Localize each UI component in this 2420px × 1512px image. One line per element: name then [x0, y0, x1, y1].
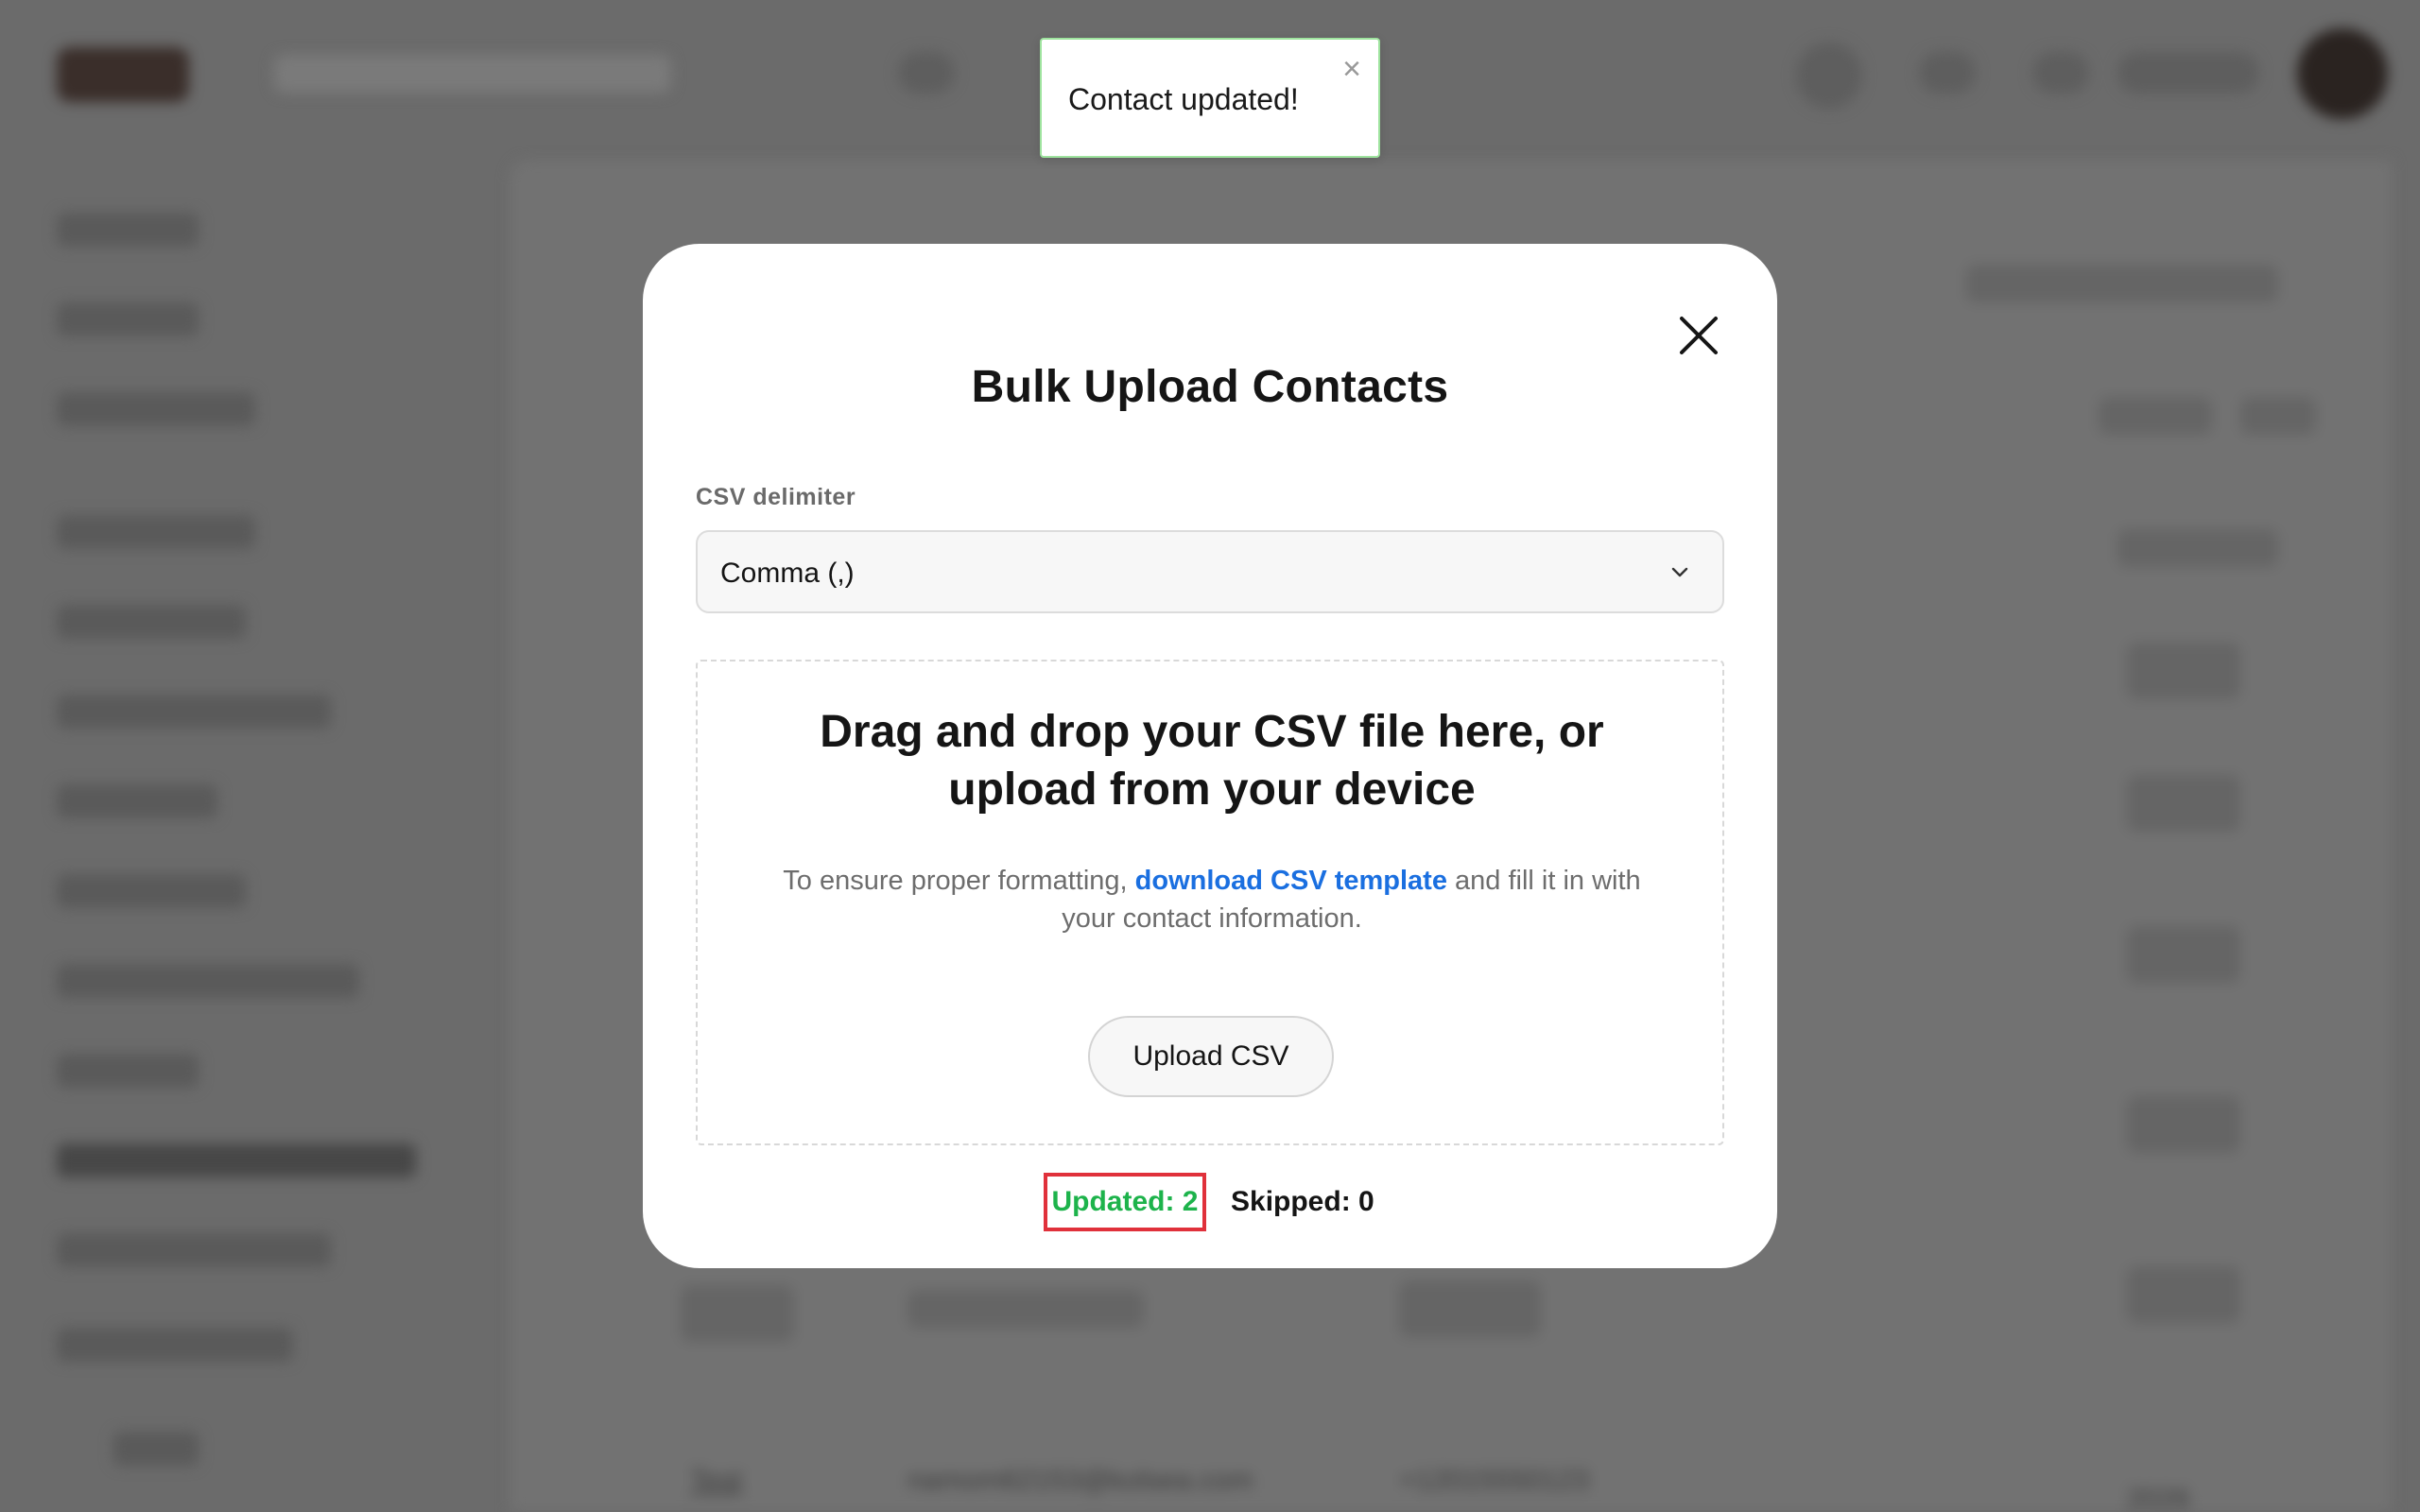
background-search	[274, 55, 671, 93]
background-cell	[1399, 1280, 1541, 1337]
background-user-name	[2118, 52, 2259, 94]
background-row-phone: +12015550123	[1399, 1465, 1590, 1496]
background-row-email: namom62153@kolsea.com	[908, 1465, 1253, 1496]
background-sidebar-item	[57, 515, 255, 549]
csv-dropzone[interactable]: Drag and drop your CSV file here, or upl…	[696, 660, 1724, 1145]
background-sidebar-item	[57, 874, 246, 908]
background-icon	[1919, 52, 1976, 94]
background-logo	[57, 47, 189, 102]
info-text-before: To ensure proper formatting,	[783, 866, 1128, 896]
toast-notification: Contact updated! ×	[1040, 38, 1380, 158]
csv-delimiter-select[interactable]: Comma (,)	[696, 530, 1724, 613]
background-cell	[2127, 643, 2240, 699]
upload-csv-button[interactable]: Upload CSV	[1088, 1016, 1334, 1097]
background-row-name: Test	[690, 1465, 743, 1496]
dropzone-info-text: To ensure proper formatting, download CS…	[764, 862, 1660, 937]
background-cell	[908, 1290, 1144, 1328]
csv-delimiter-label: CSV delimiter	[696, 484, 856, 510]
background-button	[2240, 397, 2316, 435]
download-template-link[interactable]: download CSV template	[1135, 866, 1447, 896]
background-sidebar-item	[57, 392, 255, 426]
background-sidebar-item-active	[57, 1143, 416, 1177]
background-button	[1966, 265, 2278, 302]
background-sidebar-item	[57, 1233, 331, 1267]
background-sidebar-item	[57, 213, 199, 247]
background-cell	[2127, 1266, 2240, 1323]
toast-message: Contact updated!	[1068, 82, 1299, 116]
background-cell	[2127, 926, 2240, 983]
background-row-year: 2026	[2127, 1484, 2190, 1512]
background-cell	[2127, 1096, 2240, 1153]
modal-title: Bulk Upload Contacts	[971, 362, 1449, 412]
background-sidebar-item	[113, 1432, 199, 1466]
background-icon	[1796, 43, 1862, 109]
background-cell	[2127, 775, 2240, 832]
background-button	[2099, 397, 2212, 435]
background-avatar	[2297, 28, 2388, 119]
background-sidebar-item	[57, 1328, 293, 1362]
close-icon[interactable]: ×	[1342, 53, 1361, 85]
bulk-upload-modal: Bulk Upload Contacts CSV delimiter Comma…	[643, 244, 1777, 1268]
dropzone-heading: Drag and drop your CSV file here, or upl…	[698, 703, 1726, 818]
close-icon[interactable]	[1666, 302, 1732, 369]
background-icon	[2032, 52, 2089, 94]
background-cell	[681, 1285, 794, 1342]
dropzone-heading-line: Drag and drop your CSV file here, or	[820, 707, 1604, 757]
csv-delimiter-value: Comma (,)	[720, 558, 855, 589]
skipped-count: Skipped: 0	[1231, 1186, 1374, 1217]
background-column	[2118, 529, 2278, 567]
updated-count: Updated: 2	[1044, 1173, 1206, 1231]
chevron-down-icon	[1666, 558, 1694, 587]
background-sidebar-item	[57, 605, 246, 639]
dropzone-heading-line: upload from your device	[948, 765, 1476, 815]
background-sidebar-item	[57, 964, 359, 998]
background-sidebar-item	[57, 695, 331, 729]
background-nav-item	[898, 52, 955, 94]
background-sidebar-item	[57, 1054, 199, 1088]
background-sidebar-item	[57, 302, 199, 336]
background-sidebar-item	[57, 784, 217, 818]
